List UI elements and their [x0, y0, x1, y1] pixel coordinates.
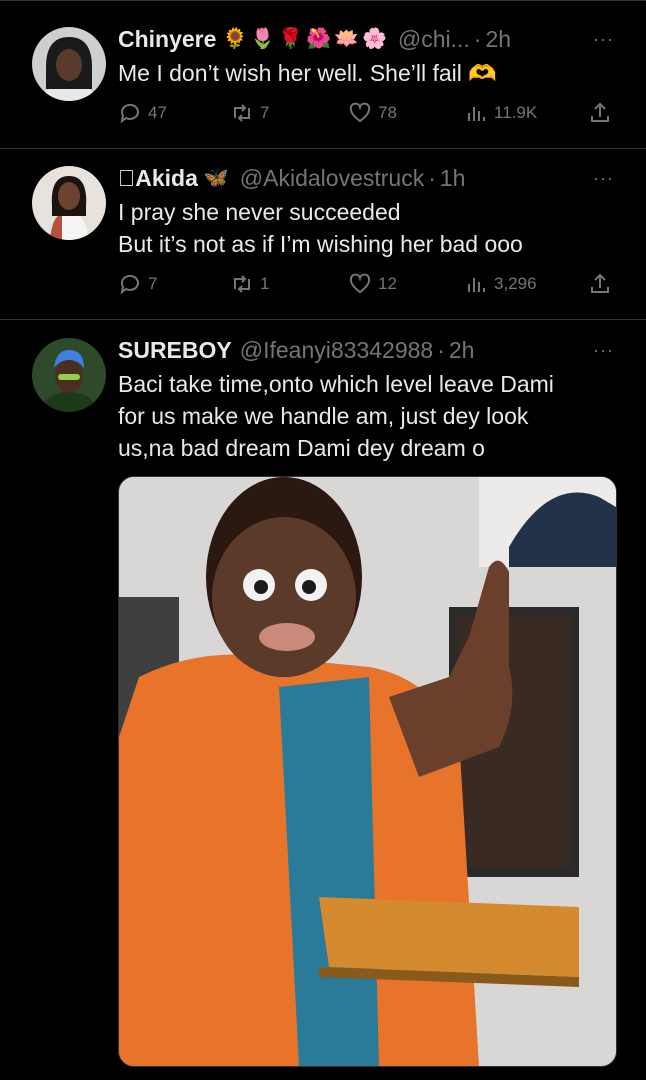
like-count: 78 — [378, 103, 397, 122]
tweet-text-line: But it’s not as if I’m wishing her bad o… — [118, 231, 523, 257]
views-count: 11.9K — [494, 103, 538, 122]
user-handle[interactable]: @Ifeanyi83342988 — [240, 336, 433, 364]
views-icon — [468, 278, 485, 292]
reply-count: 47 — [148, 103, 167, 122]
share-icon — [591, 102, 609, 122]
reply-icon — [120, 274, 139, 295]
separator-dot: · — [473, 26, 482, 52]
avatar-photo — [32, 166, 106, 240]
tweet-text-line: Baci take time,onto which level leave Da… — [118, 371, 554, 397]
tweet-text-line: for us make we handle am, just dey look — [118, 403, 529, 429]
share-button[interactable] — [588, 272, 618, 296]
views-button[interactable]: 11.9K — [464, 101, 537, 125]
reply-count: 7 — [148, 274, 158, 293]
retweet-icon — [234, 275, 250, 293]
like-button[interactable]: 12 — [348, 272, 397, 296]
display-name[interactable]: Chinyere — [118, 25, 216, 53]
separator-dot: · — [437, 337, 445, 363]
tweet-text-line: us,na bad dream Dami dey dream o — [118, 435, 485, 461]
avatar-photo — [32, 338, 106, 412]
tweet-sureboy[interactable]: SUREBOY @Ifeanyi83342988 · 2h ··· Baci t… — [0, 320, 646, 1080]
like-icon — [349, 102, 371, 123]
reply-button[interactable]: 47 — [118, 101, 167, 125]
user-handle[interactable]: @chi... — [398, 25, 470, 53]
display-name-apple-icon:  — [118, 164, 135, 192]
timeline-feed: Chinyere 🌻🌷🌹🌺🪷🌸 @chi... · 2h ··· Me I do… — [0, 0, 646, 1080]
separator-dot: · — [428, 164, 436, 192]
timestamp[interactable]: 2h — [485, 25, 511, 53]
tweet-text: Baci take time,onto which level leave Da… — [118, 368, 612, 464]
avatar[interactable] — [32, 27, 106, 101]
like-count: 12 — [378, 274, 397, 293]
tweet-text: I pray she never succeeded But it’s not … — [118, 196, 612, 260]
retweet-icon — [234, 104, 250, 122]
display-name[interactable]: SUREBOY — [118, 336, 232, 364]
retweet-button[interactable]: 1 — [230, 272, 269, 296]
more-icon[interactable]: ··· — [593, 29, 614, 50]
tweet-akida[interactable]:  Akida 🦋 @Akidalovestruck · 1h ··· I pr… — [0, 148, 646, 320]
like-button[interactable]: 78 — [348, 101, 397, 125]
tweet-image[interactable] — [118, 476, 617, 1067]
views-button[interactable]: 3,296 — [464, 272, 537, 296]
share-icon — [591, 273, 609, 293]
share-button[interactable] — [588, 101, 618, 125]
reply-icon — [120, 103, 139, 124]
timestamp[interactable]: 1h — [440, 164, 466, 192]
retweet-count: 7 — [260, 103, 270, 122]
meme-photo — [119, 477, 616, 1066]
user-handle[interactable]: @Akidalovestruck — [240, 164, 424, 192]
tweet-text: Me I don’t wish her well. She’ll fail 🫶 — [118, 57, 612, 89]
views-icon — [468, 107, 485, 121]
timestamp[interactable]: 2h — [449, 336, 475, 364]
like-icon — [349, 273, 371, 294]
avatar[interactable] — [32, 166, 106, 240]
action-bar: 7 1 12 3,296 — [118, 272, 614, 300]
tweet-text-line: Me I don’t wish her well. She’ll fail 🫶 — [118, 60, 497, 86]
action-bar: 47 7 78 11.9K — [118, 101, 614, 129]
tweet-chinyere[interactable]: Chinyere 🌻🌷🌹🌺🪷🌸 @chi... · 2h ··· Me I do… — [0, 0, 646, 149]
more-icon[interactable]: ··· — [593, 168, 614, 189]
avatar[interactable] — [32, 338, 106, 412]
tweet-text-line: I pray she never succeeded — [118, 199, 401, 225]
reply-button[interactable]: 7 — [118, 272, 157, 296]
retweet-button[interactable]: 7 — [230, 101, 269, 125]
avatar-photo — [32, 27, 106, 101]
views-count: 3,296 — [494, 274, 537, 293]
more-icon[interactable]: ··· — [593, 340, 614, 361]
retweet-count: 1 — [260, 274, 270, 293]
display-name[interactable]: Akida — [135, 164, 198, 192]
name-emoji: 🌻🌷🌹🌺🪷🌸 — [222, 28, 390, 50]
butterfly-icon: 🦋 — [186, 167, 229, 189]
